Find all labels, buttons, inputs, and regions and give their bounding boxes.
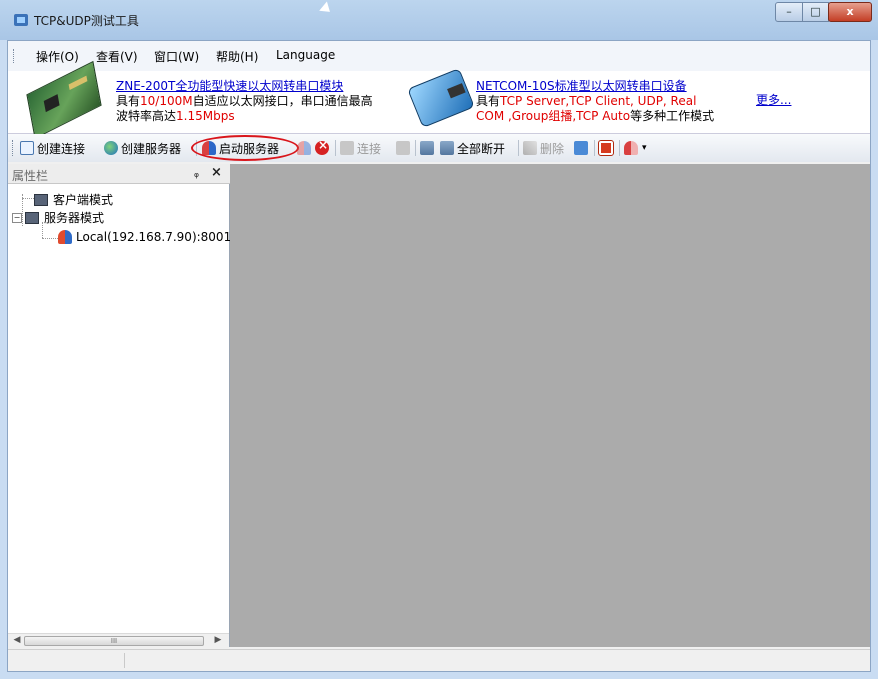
- tree-line: [42, 238, 58, 239]
- workspace-area[interactable]: [230, 164, 870, 647]
- netcom-10s-product-image[interactable]: [407, 68, 475, 128]
- horizontal-scrollbar[interactable]: ◀ III ▶: [8, 633, 229, 647]
- menu-operate[interactable]: 操作(O): [36, 48, 79, 65]
- app-window: TCP&UDP测试工具 – □ x 操作(O) 查看(V) 窗口(W) 帮助(H…: [0, 0, 878, 679]
- toolbar-overflow-button[interactable]: ▾: [642, 140, 647, 156]
- exit-icon: [624, 141, 638, 155]
- ad2-line2: COM ,Group组播,TCP Auto等多种工作模式: [476, 109, 715, 123]
- record-icon: [598, 140, 614, 156]
- toolbar-separator: [619, 140, 620, 156]
- scroll-thumb[interactable]: III: [24, 636, 204, 646]
- menu-bar: 操作(O) 查看(V) 窗口(W) 帮助(H) Language: [8, 41, 870, 71]
- disconnect-all-icon: [440, 141, 454, 155]
- scroll-left-icon[interactable]: ◀: [10, 635, 24, 647]
- status-separator: [124, 653, 125, 668]
- title-bar[interactable]: TCP&UDP测试工具 – □ x: [0, 0, 878, 40]
- menu-view[interactable]: 查看(V): [96, 48, 138, 65]
- menu-grip[interactable]: [13, 49, 16, 63]
- disconnect-icon: [396, 141, 410, 155]
- properties-pane: 属性栏 ᵩ × 客户端模式 − 服务器模式 Local(192.168.7.90)…: [8, 164, 231, 647]
- pin-icon[interactable]: ᵩ: [194, 166, 199, 180]
- ad-banner: ZNE-200T全功能型快速以太网转串口模块 具有10/100M自适应以太网接口…: [8, 60, 870, 140]
- scroll-right-icon[interactable]: ▶: [211, 635, 225, 647]
- toolbar-separator: [594, 140, 595, 156]
- network-button[interactable]: [420, 140, 437, 156]
- pane-header: 属性栏 ᵩ ×: [8, 164, 230, 184]
- maximize-button[interactable]: □: [802, 2, 829, 22]
- pane-title: 属性栏: [12, 169, 49, 183]
- stop-icon: [315, 138, 329, 155]
- window-title: TCP&UDP测试工具: [34, 14, 139, 28]
- highlight-circle: [191, 135, 299, 161]
- close-all-button[interactable]: [315, 138, 332, 156]
- delete-icon: [523, 141, 537, 155]
- collapse-icon[interactable]: −: [12, 212, 22, 223]
- globe-icon: [104, 141, 118, 155]
- server-users-disabled-icon: [297, 141, 311, 155]
- app-icon: [14, 14, 28, 26]
- close-pane-icon[interactable]: ×: [211, 165, 222, 180]
- ad1-line2: 波特率高达1.15Mbps: [116, 109, 235, 123]
- minimize-button[interactable]: –: [775, 2, 803, 22]
- status-bar: [8, 649, 870, 671]
- settings-icon: [574, 141, 588, 155]
- close-window-button[interactable]: x: [828, 2, 872, 22]
- toolbar: 创建连接 创建服务器 启动服务器 连接 全部断开 删除 ▾: [8, 134, 870, 162]
- toolbar-separator: [415, 140, 416, 156]
- computer-icon: [34, 193, 48, 206]
- record-button[interactable]: [598, 140, 616, 156]
- server-connection-icon: [58, 230, 72, 244]
- toolbar-separator: [518, 140, 519, 156]
- settings-button[interactable]: [574, 140, 591, 156]
- delete-button[interactable]: 删除: [523, 140, 564, 156]
- disconnect-all-button[interactable]: 全部断开: [440, 140, 505, 156]
- menu-language[interactable]: Language: [276, 48, 335, 62]
- tree-line: [22, 198, 34, 199]
- disconnect-button[interactable]: [396, 140, 413, 156]
- more-link[interactable]: 更多...: [756, 91, 791, 108]
- network-icon: [420, 141, 434, 155]
- toolbar-grip[interactable]: [12, 140, 15, 156]
- new-connection-icon: [20, 141, 34, 155]
- client-area: 操作(O) 查看(V) 窗口(W) 帮助(H) Language ZNE-200…: [7, 40, 871, 672]
- connect-button[interactable]: 连接: [340, 140, 381, 156]
- stop-server-button[interactable]: [297, 140, 314, 156]
- connect-icon: [340, 141, 354, 155]
- tree-node-client-mode[interactable]: 客户端模式: [34, 191, 113, 208]
- zne-200t-product-image[interactable]: [26, 60, 102, 140]
- exit-button[interactable]: [624, 140, 641, 156]
- tree-node-server-entry[interactable]: Local(192.168.7.90):8001: [58, 230, 231, 244]
- menu-window[interactable]: 窗口(W): [154, 48, 199, 65]
- tree-node-server-mode[interactable]: − 服务器模式: [12, 209, 104, 226]
- mouse-cursor-icon: [319, 1, 334, 17]
- create-server-button[interactable]: 创建服务器: [104, 140, 181, 156]
- computer-icon: [25, 211, 39, 224]
- create-connection-button[interactable]: 创建连接: [20, 140, 85, 156]
- menu-help[interactable]: 帮助(H): [216, 48, 258, 65]
- toolbar-separator: [335, 140, 336, 156]
